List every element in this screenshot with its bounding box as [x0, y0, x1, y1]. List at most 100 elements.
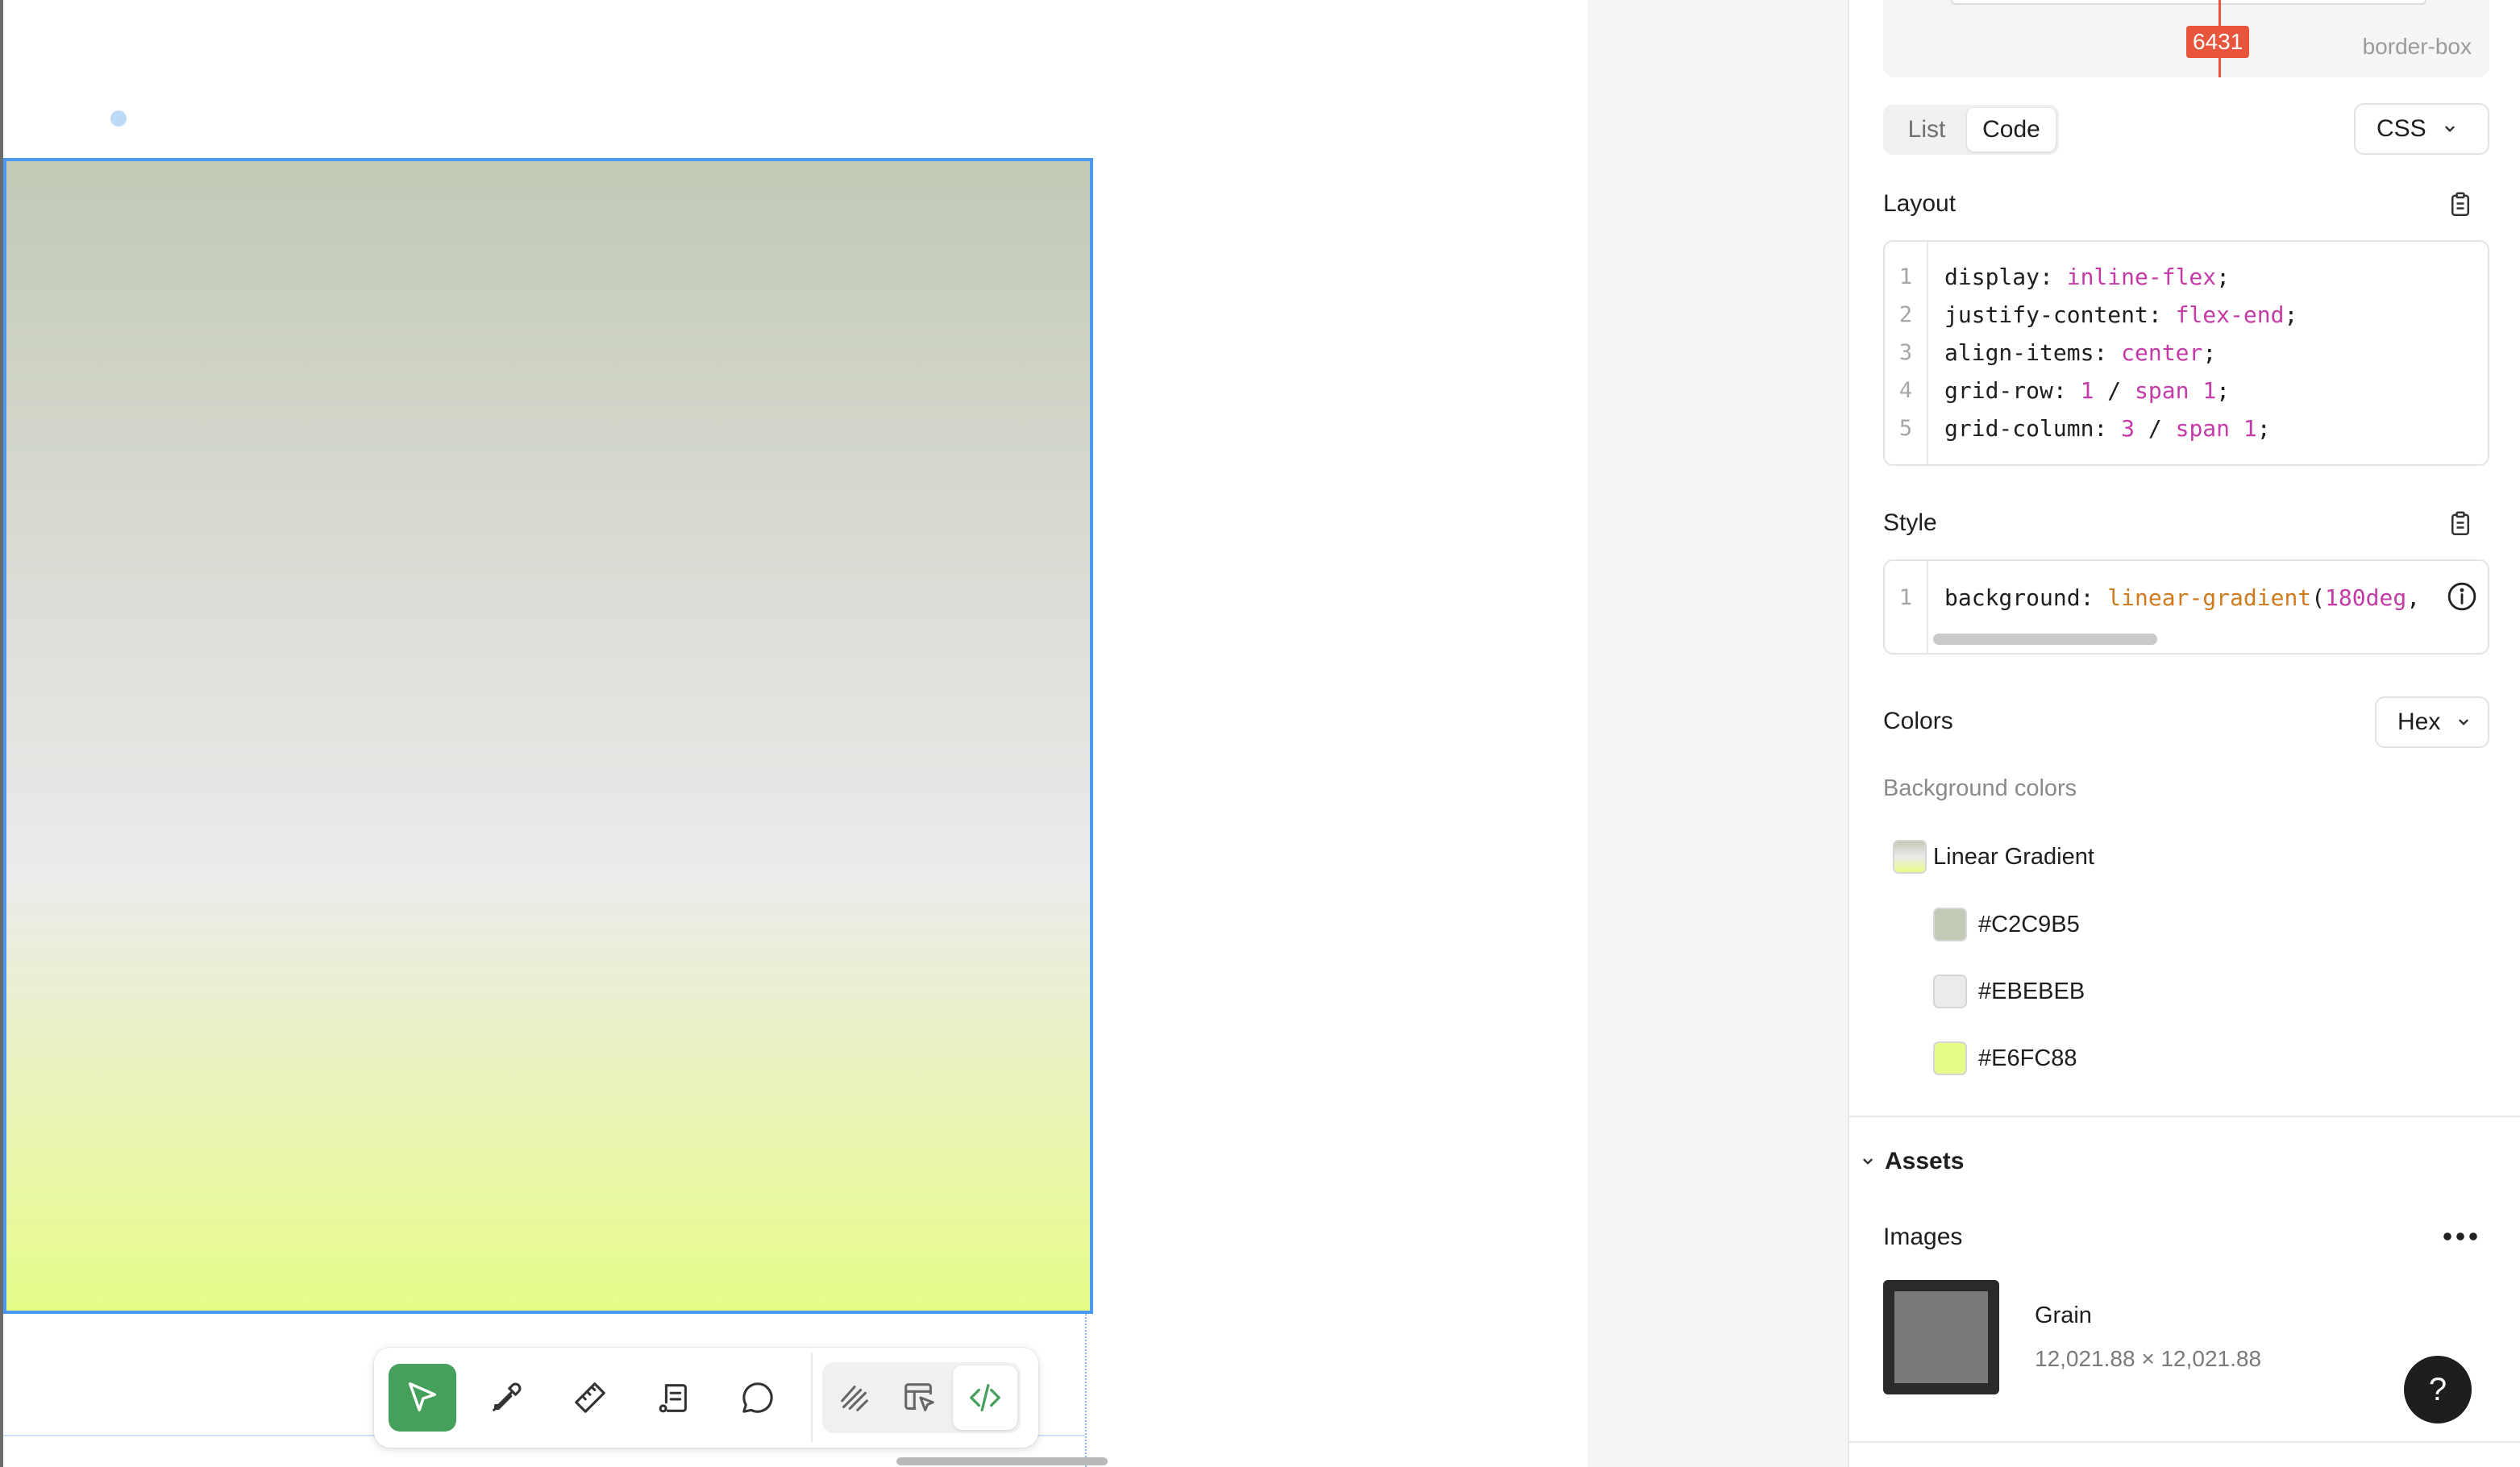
- css-value-token: 180deg: [2325, 584, 2407, 611]
- code-line: background: linear-gradient(180deg,: [1944, 579, 2488, 617]
- copy-style-icon[interactable]: [2446, 508, 2475, 540]
- box-sizing-label: border-box: [2362, 34, 2472, 59]
- css-value-token: 1: [2080, 377, 2094, 404]
- code-language-dropdown[interactable]: CSS: [2354, 103, 2489, 155]
- selection-origin-handle[interactable]: [110, 110, 127, 127]
- css-punctuation: ;: [2202, 339, 2217, 366]
- code-line: justify-content: flex-end;: [1944, 296, 2488, 334]
- code-lines: background: linear-gradient(180deg,: [1944, 579, 2488, 617]
- box-model-content-box: [1951, 0, 2426, 5]
- measure-tool-button[interactable]: [556, 1364, 624, 1432]
- css-punctuation: /: [2135, 415, 2176, 442]
- css-value-token: span: [2135, 377, 2189, 404]
- help-button[interactable]: ?: [2404, 1356, 2472, 1423]
- canvas-horizontal-scrollbar[interactable]: [896, 1457, 1108, 1465]
- code-horizontal-scrollbar[interactable]: [1933, 634, 2157, 645]
- assets-section-toggle[interactable]: Assets: [1861, 1148, 1964, 1175]
- line-number: 2: [1898, 302, 1913, 327]
- colors-section-title: Colors: [1883, 708, 1953, 734]
- css-value-token: center: [2121, 339, 2203, 366]
- gradient-swatch: [1893, 840, 1927, 874]
- list-code-toggle: List Code: [1883, 105, 2059, 155]
- css-value-token: inline-flex: [2066, 264, 2217, 290]
- bottom-toolbar: [374, 1348, 1038, 1448]
- chevron-down-icon: [2444, 126, 2455, 132]
- move-tool-button[interactable]: [389, 1364, 456, 1432]
- more-options-icon[interactable]: [2441, 1225, 2480, 1248]
- box-model-preview: 6431 border-box: [1883, 0, 2489, 77]
- css-property: grid-row:: [1944, 377, 2081, 404]
- css-punctuation: ;: [2216, 264, 2231, 290]
- code-language-value: CSS: [2377, 115, 2426, 142]
- color-hex: #C2C9B5: [1978, 911, 2080, 937]
- background-colors-label: Background colors: [1883, 775, 2077, 801]
- style-section-title: Style: [1883, 509, 1937, 536]
- css-property: grid-column:: [1944, 415, 2122, 442]
- css-value-token: 3: [2121, 415, 2135, 442]
- gradient-color-row[interactable]: Linear Gradient: [1893, 840, 2094, 874]
- color-stop-row[interactable]: #E6FC88: [1933, 1041, 2077, 1075]
- line-number: 1: [1898, 585, 1913, 610]
- css-punctuation: ,: [2406, 584, 2421, 611]
- info-icon[interactable]: [2446, 580, 2478, 613]
- selected-frame[interactable]: [3, 158, 1093, 1314]
- code-line: align-items: center;: [1944, 334, 2488, 372]
- mode-toggle-group: [822, 1362, 1021, 1433]
- css-property: justify-content:: [1944, 301, 2176, 328]
- layout-cursor-icon: [904, 1383, 934, 1411]
- annotation-note-icon: [659, 1384, 687, 1413]
- panel-bottom-divider: [1849, 1441, 2520, 1443]
- css-property: display:: [1944, 264, 2067, 290]
- line-number: 1: [1898, 264, 1913, 289]
- image-thumbnail[interactable]: [1883, 1280, 1999, 1394]
- css-value-token: span: [2175, 415, 2231, 442]
- design-canvas[interactable]: [0, 0, 1588, 1467]
- ruler-icon: [575, 1382, 605, 1413]
- color-hex: #EBEBEB: [1978, 978, 2085, 1004]
- layout-section-title: Layout: [1883, 190, 1957, 217]
- tab-list[interactable]: List: [1886, 108, 1967, 152]
- code-line: display: inline-flex;: [1944, 258, 2488, 296]
- copy-layout-icon[interactable]: [2446, 189, 2475, 221]
- css-function-token: linear-gradient: [2107, 584, 2312, 611]
- gradient-label: Linear Gradient: [1933, 843, 2094, 870]
- draw-mode-button[interactable]: [822, 1365, 887, 1430]
- css-punctuation: [2230, 415, 2243, 442]
- parent-frame-outline: [1085, 1314, 1087, 1467]
- color-hex: #E6FC88: [1978, 1045, 2077, 1071]
- inspect-panel: 6431 border-box List Code CSS Layout 1 2…: [1848, 0, 2520, 1467]
- cursor-arrow-icon: [408, 1382, 437, 1412]
- code-line: grid-column: 3 / span 1;: [1944, 409, 2488, 447]
- box-model-measure-badge: 6431: [2186, 26, 2250, 58]
- color-format-dropdown[interactable]: Hex: [2375, 696, 2489, 748]
- gradient-fill: [6, 161, 1090, 1311]
- color-stop-row[interactable]: #EBEBEB: [1933, 975, 2085, 1008]
- assets-section-title: Assets: [1885, 1148, 1965, 1174]
- toolbar-divider: [811, 1353, 813, 1442]
- css-value-token: flex-end: [2175, 301, 2285, 328]
- css-punctuation: /: [2094, 377, 2135, 404]
- css-punctuation: ;: [2216, 377, 2231, 404]
- layout-code-block[interactable]: 1 2 3 4 5 display: inline-flex; justify-c…: [1883, 240, 2489, 466]
- images-section-title: Images: [1883, 1224, 1963, 1250]
- image-dimensions: 12,021.88 × 12,021.88: [2035, 1346, 2262, 1371]
- css-punctuation: ;: [2256, 415, 2271, 442]
- line-numbers: 1 2 3 4 5: [1885, 242, 1928, 464]
- comment-tool-button[interactable]: [724, 1364, 792, 1432]
- eyedropper-tool-button[interactable]: [472, 1364, 540, 1432]
- dev-mode-button[interactable]: [953, 1365, 1017, 1430]
- css-value-token: 1: [2202, 377, 2217, 404]
- line-number: 5: [1898, 416, 1913, 441]
- color-stop-row[interactable]: #C2C9B5: [1933, 908, 2080, 941]
- eyedropper-icon: [493, 1382, 522, 1411]
- css-punctuation: [2189, 377, 2202, 404]
- css-value-token: 1: [2243, 415, 2257, 442]
- comment-bubble-icon: [742, 1382, 773, 1413]
- annotate-tool-button[interactable]: [640, 1364, 708, 1432]
- design-mode-button[interactable]: [887, 1365, 951, 1430]
- line-numbers: 1: [1885, 561, 1928, 653]
- style-code-block[interactable]: 1 background: linear-gradient(180deg,: [1883, 559, 2489, 655]
- css-punctuation: ;: [2284, 301, 2298, 328]
- color-swatch: [1933, 908, 1967, 941]
- tab-code[interactable]: Code: [1967, 108, 2056, 152]
